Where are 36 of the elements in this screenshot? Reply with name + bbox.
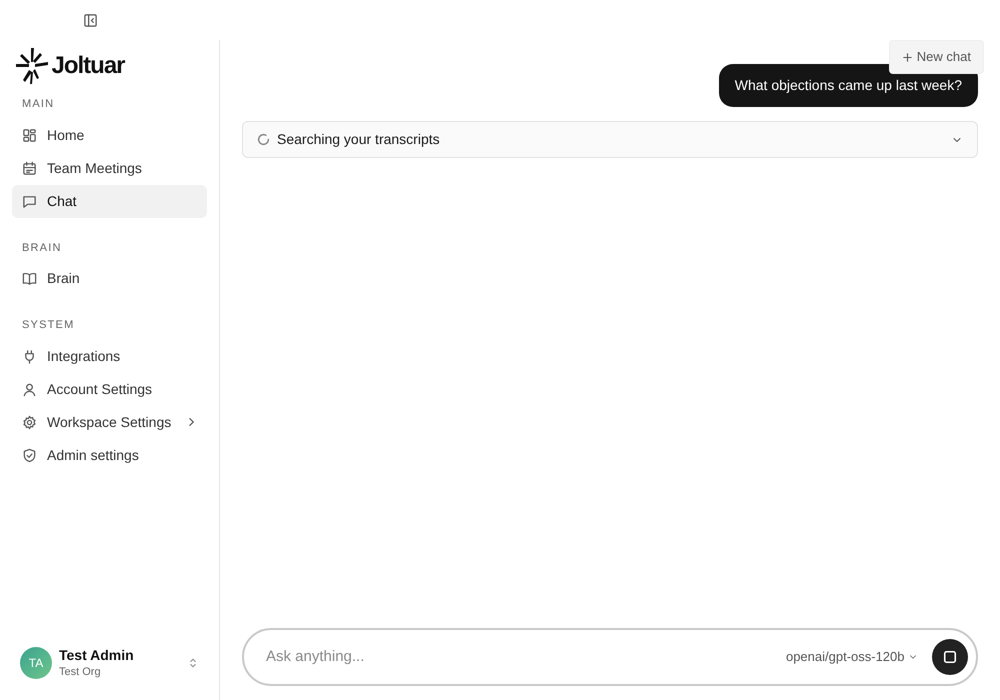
sidebar-item[interactable]: Team Meetings (12, 152, 207, 184)
user-menu[interactable]: TA Test Admin Test Org (12, 646, 207, 700)
user-name: Test Admin (59, 646, 135, 664)
section-heading: MAIN (21, 97, 56, 112)
plus-icon (902, 52, 914, 64)
sidebar-item[interactable]: Brain (12, 262, 207, 295)
message-input[interactable]: Ask anything... openai/gpt-oss-120b (242, 628, 978, 686)
sidebar-item[interactable]: Admin settings (12, 438, 207, 472)
plug-icon (22, 348, 37, 364)
sidebar-item[interactable]: Account Settings (12, 372, 207, 406)
section-heading: BRAIN (21, 240, 63, 256)
model-selector[interactable]: openai/gpt-oss-120b (786, 647, 918, 667)
status-text: Searching your transcripts (277, 130, 441, 149)
sidebar-item[interactable]: Chat (12, 184, 207, 218)
avatar: TA (20, 647, 52, 680)
logo-icon (16, 48, 48, 84)
stop-button[interactable] (932, 639, 968, 675)
stop-icon (943, 650, 957, 664)
spinner-icon (257, 133, 270, 146)
section-heading: SYSTEM (21, 318, 76, 333)
grid-icon (22, 128, 37, 142)
sidebar-item[interactable]: Integrations (12, 340, 207, 372)
message-bubble: What objections came up last week? (718, 64, 978, 107)
sidebar-collapse-icon (82, 12, 98, 28)
user-icon (22, 382, 37, 396)
book-icon (22, 271, 37, 286)
brand-name: Joltuar (52, 54, 125, 78)
chat-bubble-icon (22, 194, 37, 208)
calendar-icon (22, 160, 37, 176)
gear-icon (22, 414, 37, 430)
org-name: Test Org (59, 664, 102, 680)
new-chat-button[interactable]: New chat (889, 40, 984, 74)
sidebar-item[interactable]: Home (12, 118, 207, 152)
sidebar-item[interactable]: Workspace Settings (12, 406, 207, 438)
status-panel[interactable]: Searching your transcripts (242, 121, 978, 158)
shield-icon (22, 448, 37, 462)
